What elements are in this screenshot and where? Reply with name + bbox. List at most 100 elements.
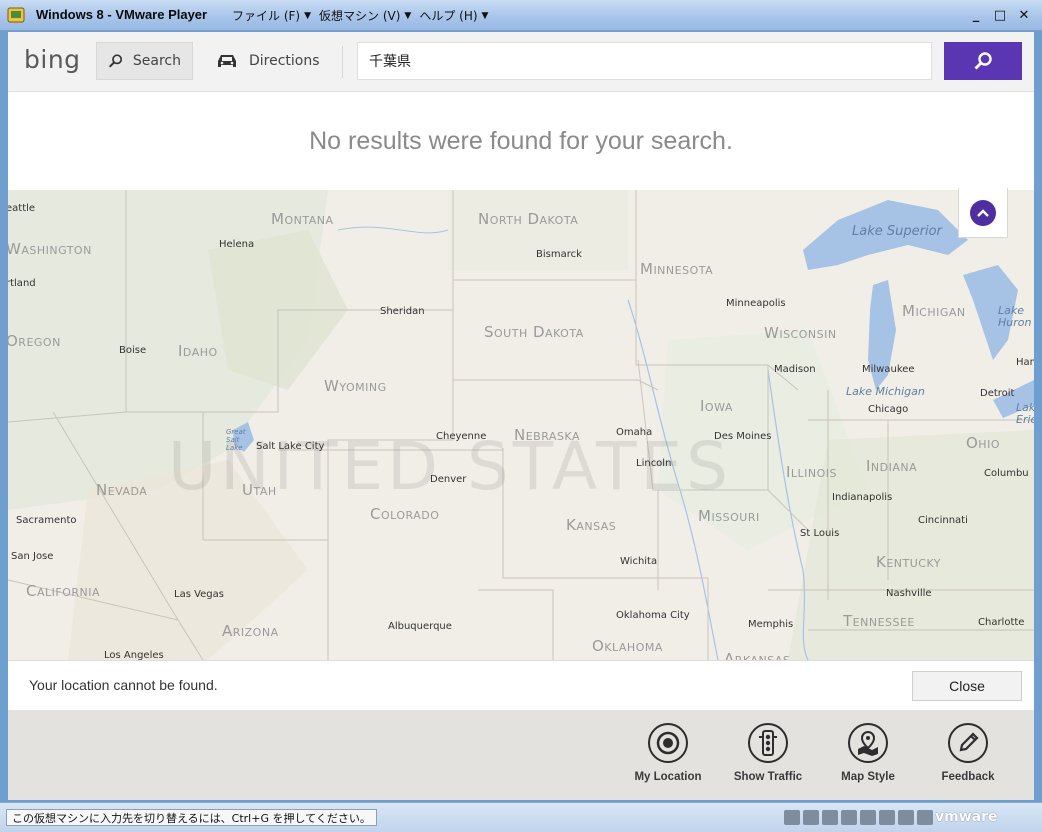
cd-drive-icon[interactable] (803, 810, 819, 825)
menu-file[interactable]: ファイル (F) ▼ (232, 7, 311, 24)
map-label-city: Nashville (886, 588, 932, 599)
show-traffic-button[interactable]: Show Traffic (723, 723, 813, 783)
map-label-city: Oklahoma City (616, 610, 690, 621)
map-style-icon (848, 723, 888, 763)
map-label-city: Omaha (616, 427, 653, 438)
map-label-state: Idaho (178, 342, 218, 360)
map-label-state: California (26, 582, 100, 600)
map-style-label: Map Style (841, 771, 895, 783)
menu-help[interactable]: ヘルプ (H) ▼ (419, 7, 488, 24)
map-label-state: Nevada (96, 481, 148, 499)
map-label-state: Oklahoma (592, 637, 663, 655)
map-style-button[interactable]: Map Style (823, 723, 913, 783)
network-adapter-icon[interactable] (822, 810, 838, 825)
map-label-state: Kentucky (876, 553, 942, 571)
search-input[interactable] (357, 42, 932, 80)
map-label-state: Wyoming (324, 377, 387, 395)
divider (342, 46, 343, 78)
map-label-state: Nebraska (514, 426, 580, 444)
map-label-city: San Jose (11, 551, 54, 562)
map-label-state: Colorado (370, 505, 440, 523)
usb-device-icon[interactable] (841, 810, 857, 825)
map-label-city: Albuquerque (388, 621, 452, 632)
my-location-label: My Location (634, 771, 702, 783)
close-button[interactable]: Close (912, 671, 1022, 701)
car-icon (218, 55, 236, 67)
map-label-city: Sheridan (380, 306, 425, 317)
map-label-water: Great Salt Lake (226, 428, 246, 452)
menu-vm-label: 仮想マシン (V) (319, 9, 401, 23)
map-graphics (8, 190, 1034, 660)
device-icons (784, 810, 933, 825)
map-label-state: Montana (271, 210, 334, 228)
map-label-state: Washington (8, 240, 92, 258)
map-label-city: Charlotte (978, 617, 1025, 628)
map-label-state: Missouri (698, 507, 760, 525)
hard-disk-icon[interactable] (784, 810, 800, 825)
target-icon (648, 723, 688, 763)
window-controls: _ □ ✕ (966, 6, 1034, 25)
tab-directions-label: Directions (249, 53, 320, 69)
map-label-state: Arizona (222, 622, 279, 640)
feedback-label: Feedback (941, 771, 995, 783)
message-log-icon[interactable] (917, 810, 933, 825)
map-label-city: Salt Lake City (256, 441, 325, 452)
vmware-app-icon (7, 7, 25, 23)
map-label-city: Indianapolis (832, 492, 893, 503)
map-label-city: Las Vegas (174, 589, 224, 600)
traffic-light-icon (748, 723, 788, 763)
dropdown-icon: ▼ (404, 10, 412, 21)
map-label-city: Chicago (868, 404, 909, 415)
menu-vm[interactable]: 仮想マシン (V) ▼ (319, 7, 411, 24)
map-label-city: Madison (774, 364, 816, 375)
map-label-state: South Dakota (484, 323, 584, 341)
map-label-state: Kansas (566, 516, 617, 534)
show-traffic-label: Show Traffic (733, 771, 803, 783)
map-label-city: Sacramento (16, 515, 77, 526)
map-label-city: St Louis (800, 528, 840, 539)
close-window-button[interactable]: ✕ (1014, 6, 1034, 25)
feedback-button[interactable]: Feedback (923, 723, 1013, 783)
map-label-city: Denver (430, 474, 467, 485)
map-label-city: Hami (1016, 357, 1034, 368)
menu-file-label: ファイル (F) (232, 9, 301, 23)
map-label-state: Utah (242, 481, 277, 499)
maximize-button[interactable]: □ (990, 6, 1010, 25)
map-label-city: Detroit (980, 388, 1015, 399)
tab-directions[interactable]: Directions (204, 42, 334, 80)
map-label-city: Cincinnati (918, 515, 968, 526)
map-label-state: North Dakota (478, 210, 579, 228)
printer-icon[interactable] (860, 810, 876, 825)
chevron-up-icon (970, 199, 996, 226)
map-label-state: Wisconsin (764, 324, 837, 342)
map-label-city: Cheyenne (436, 431, 487, 442)
map-label-state: Illinois (786, 463, 838, 481)
map-label-water: Lake Huron (998, 304, 1032, 329)
vm-screen[interactable]: bing Search Directions No result (8, 32, 1034, 800)
display-icon[interactable] (898, 810, 914, 825)
vmware-statusbar: この仮想マシンに入力先を切り替えるには、Ctrl+G を押してください。 vmw… (0, 802, 1042, 832)
menu-bar: ファイル (F) ▼ 仮想マシン (V) ▼ ヘルプ (H) ▼ (232, 7, 488, 24)
window-title: Windows 8 - VMware Player (36, 7, 208, 22)
tab-search[interactable]: Search (96, 42, 193, 80)
map-canvas[interactable]: UNITED STATES Montana North Dakota Minne… (8, 190, 1034, 660)
dropdown-icon: ▼ (481, 10, 489, 21)
sound-card-icon[interactable] (879, 810, 895, 825)
minimize-button[interactable]: _ (966, 6, 986, 25)
pencil-icon (948, 723, 988, 763)
search-button[interactable] (944, 42, 1022, 80)
map-label-water: Lake Superior (852, 224, 942, 239)
map-label-city: Milwaukee (862, 364, 915, 375)
search-icon (108, 54, 123, 68)
my-location-button[interactable]: My Location (623, 723, 713, 783)
map-label-city: Des Moines (714, 431, 772, 442)
map-label-city: Memphis (748, 619, 794, 630)
menu-help-label: ヘルプ (H) (419, 9, 478, 23)
collapse-panel-button[interactable] (958, 188, 1008, 238)
map-label-city: Minneapolis (726, 298, 786, 309)
map-label-state: Tennessee (843, 612, 915, 630)
vmware-logo: vmware (935, 809, 998, 825)
no-results-message: No results were found for your search. (8, 92, 1034, 190)
bing-logo: bing (24, 45, 81, 74)
map-label-water: Lake Erie (1016, 401, 1034, 426)
